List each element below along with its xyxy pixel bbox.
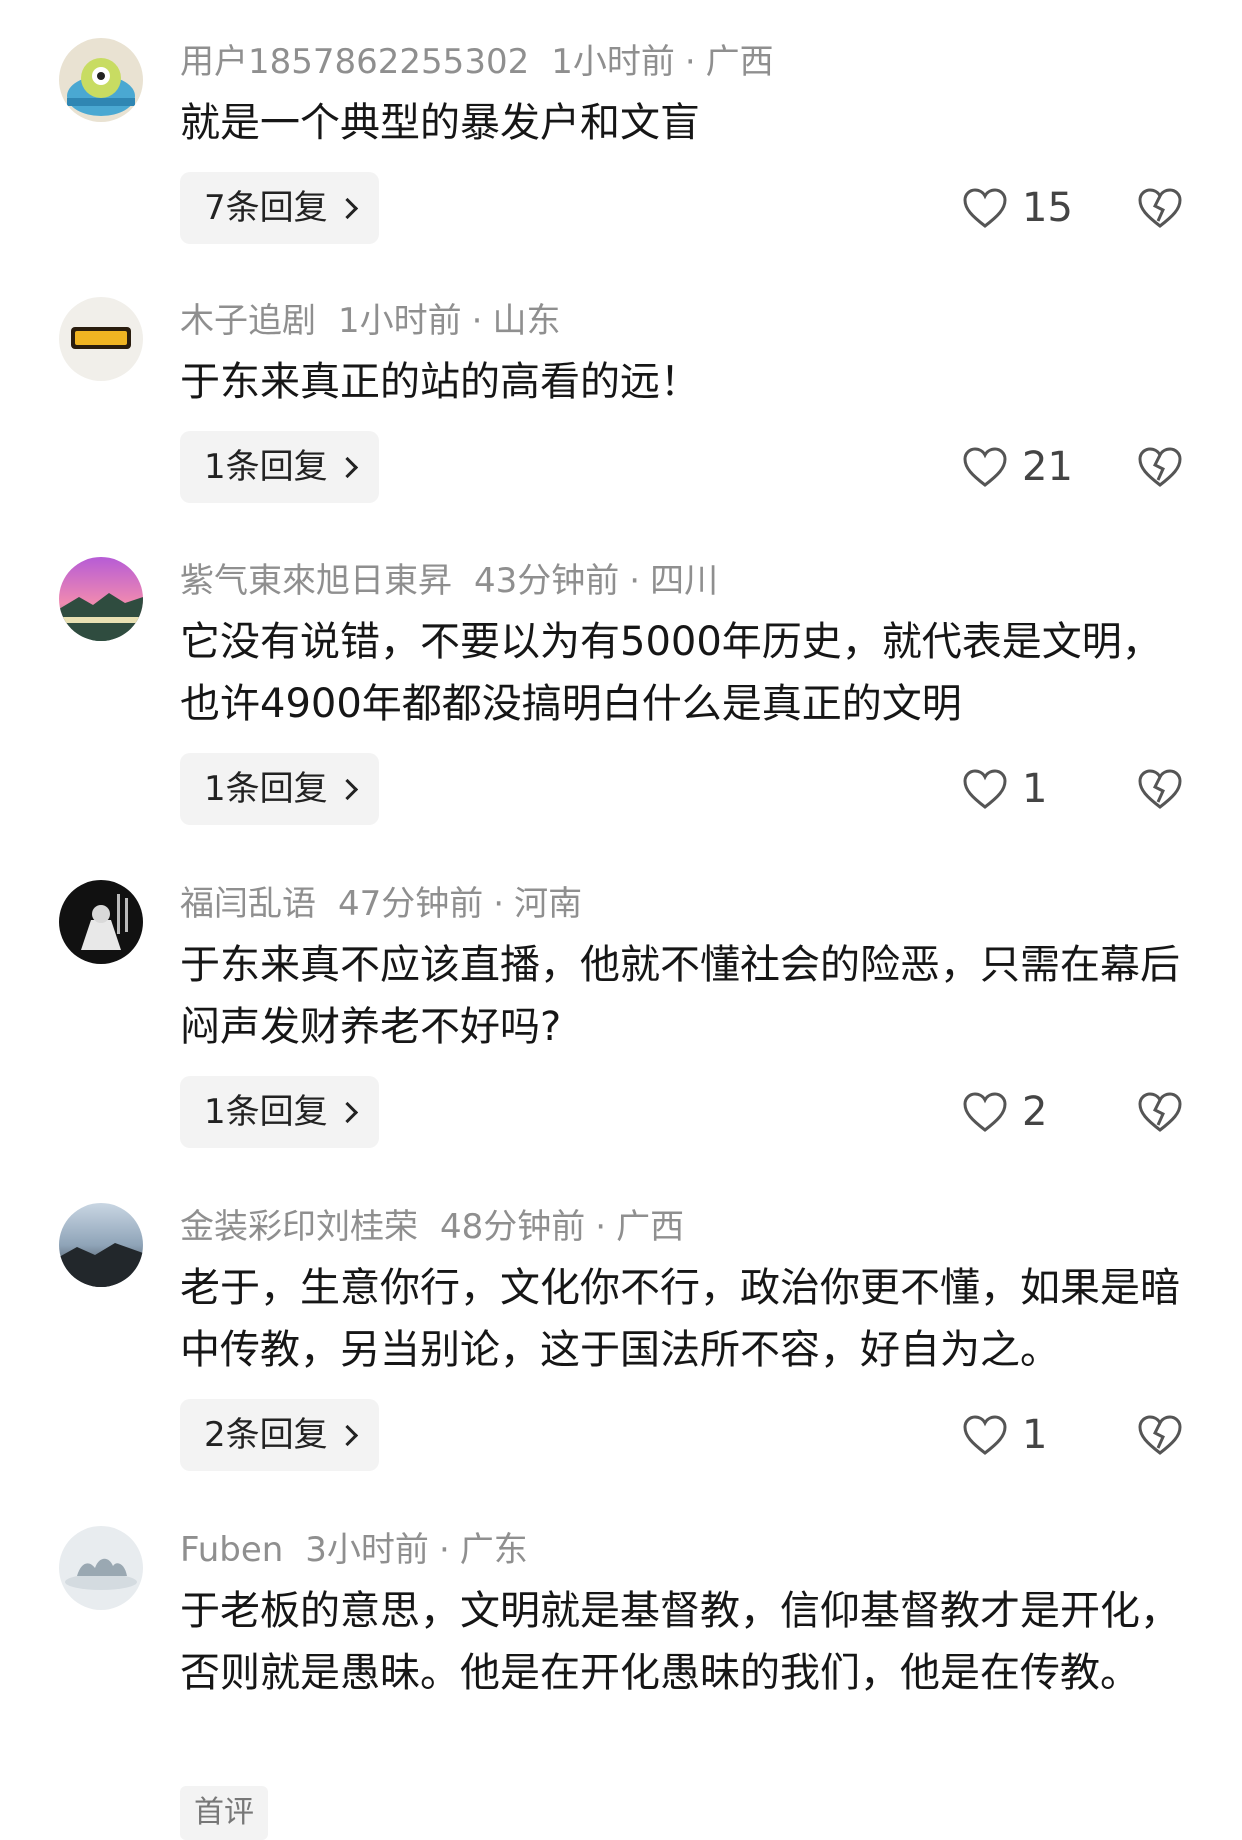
separator-dot: · [438, 1530, 450, 1570]
like-count: 1 [1022, 1412, 1048, 1458]
comment-meta: 紫气東來旭日東昇 43分钟前 · 四川 [180, 557, 718, 605]
username[interactable]: 福闫乱语 [180, 884, 316, 924]
comment-location: 广西 [705, 42, 774, 82]
view-replies-button[interactable]: 1条回复 [180, 753, 379, 825]
heart-outline-icon [963, 1415, 1007, 1455]
dislike-button[interactable] [1137, 431, 1183, 503]
view-replies-button[interactable]: 2条回复 [180, 1399, 379, 1471]
chevron-right-icon [336, 197, 358, 220]
like-button[interactable]: 2 [962, 1076, 1047, 1148]
like-count: 1 [1022, 766, 1048, 812]
like-count: 15 [1022, 185, 1073, 231]
chevron-right-icon [336, 778, 358, 801]
comment-time: 1小时前 [551, 42, 675, 82]
replies-label: 2条回复 [204, 1415, 328, 1455]
like-button[interactable]: 15 [962, 172, 1073, 244]
dislike-button[interactable] [1137, 172, 1183, 244]
like-count: 2 [1022, 1089, 1048, 1135]
username[interactable]: 金装彩印刘桂荣 [180, 1207, 418, 1247]
comment-location: 广东 [459, 1530, 528, 1570]
broken-heart-icon [1138, 188, 1182, 228]
username[interactable]: Fuben [180, 1530, 283, 1570]
comment-text: 老于，生意你行，文化你不行，政治你更不懂，如果是暗中传教，另当别论，这于国法所不… [180, 1265, 1180, 1373]
comment-time: 3小时前 [305, 1530, 429, 1570]
separator-dot: · [684, 42, 696, 82]
avatar[interactable] [59, 297, 143, 381]
like-button[interactable]: 1 [962, 1399, 1047, 1471]
avatar[interactable] [59, 1203, 143, 1287]
comment-time: 43分钟前 [474, 561, 620, 601]
heart-outline-icon [963, 1092, 1007, 1132]
comment-text: 它没有说错，不要以为有5000年历史，就代表是文明，也许4900年都都没搞明白什… [180, 619, 1162, 727]
heart-outline-icon [963, 188, 1007, 228]
separator-dot: · [493, 884, 505, 924]
replies-label: 1条回复 [204, 1092, 328, 1132]
comment-meta: 用户1857862255302 1小时前 · 广西 [180, 38, 774, 86]
comment-time: 48分钟前 [440, 1207, 586, 1247]
comment-meta: Fuben 3小时前 · 广东 [180, 1526, 528, 1574]
dislike-button[interactable] [1137, 1076, 1183, 1148]
separator-dot: · [471, 301, 483, 341]
replies-label: 1条回复 [204, 447, 328, 487]
comment-location: 四川 [650, 561, 719, 601]
avatar[interactable] [59, 557, 143, 641]
comment-location: 河南 [514, 884, 583, 924]
chevron-right-icon [336, 456, 358, 479]
heart-outline-icon [963, 769, 1007, 809]
broken-heart-icon [1138, 1092, 1182, 1132]
broken-heart-icon [1138, 1415, 1182, 1455]
chevron-right-icon [336, 1424, 358, 1447]
username[interactable]: 木子追剧 [180, 301, 316, 341]
heart-outline-icon [963, 447, 1007, 487]
like-button[interactable]: 1 [962, 753, 1047, 825]
dislike-button[interactable] [1137, 1399, 1183, 1471]
broken-heart-icon [1138, 769, 1182, 809]
comment-location: 山东 [492, 301, 561, 341]
comment-location: 广西 [616, 1207, 685, 1247]
comment-time: 47分钟前 [338, 884, 484, 924]
username[interactable]: 紫气東來旭日東昇 [180, 561, 452, 601]
separator-dot: · [629, 561, 641, 601]
separator-dot: · [595, 1207, 607, 1247]
view-replies-button[interactable]: 7条回复 [180, 172, 379, 244]
comment-text: 于东来真不应该直播，他就不懂社会的险恶，只需在幕后闷声发财养老不好吗? [180, 942, 1180, 1050]
like-button[interactable]: 21 [962, 431, 1073, 503]
first-comment-tag: 首评 [180, 1786, 268, 1840]
avatar[interactable] [59, 38, 143, 122]
dislike-button[interactable] [1137, 753, 1183, 825]
avatar[interactable] [59, 1526, 143, 1610]
comment-time: 1小时前 [338, 301, 462, 341]
comment-text: 于东来真正的站的高看的远！ [180, 359, 700, 405]
comment-meta: 金装彩印刘桂荣 48分钟前 · 广西 [180, 1203, 684, 1251]
comment-meta: 福闫乱语 47分钟前 · 河南 [180, 880, 582, 928]
username[interactable]: 用户1857862255302 [180, 42, 529, 82]
broken-heart-icon [1138, 447, 1182, 487]
avatar[interactable] [59, 880, 143, 964]
view-replies-button[interactable]: 1条回复 [180, 1076, 379, 1148]
comment-meta: 木子追剧 1小时前 · 山东 [180, 297, 560, 345]
replies-label: 7条回复 [204, 188, 328, 228]
comment-text: 就是一个典型的暴发户和文盲 [180, 100, 700, 146]
view-replies-button[interactable]: 1条回复 [180, 431, 379, 503]
chevron-right-icon [336, 1101, 358, 1124]
like-count: 21 [1022, 444, 1073, 490]
comment-text: 于老板的意思，文明就是基督教，信仰基督教才是开化，否则就是愚昧。他是在开化愚昧的… [180, 1588, 1180, 1696]
replies-label: 1条回复 [204, 769, 328, 809]
